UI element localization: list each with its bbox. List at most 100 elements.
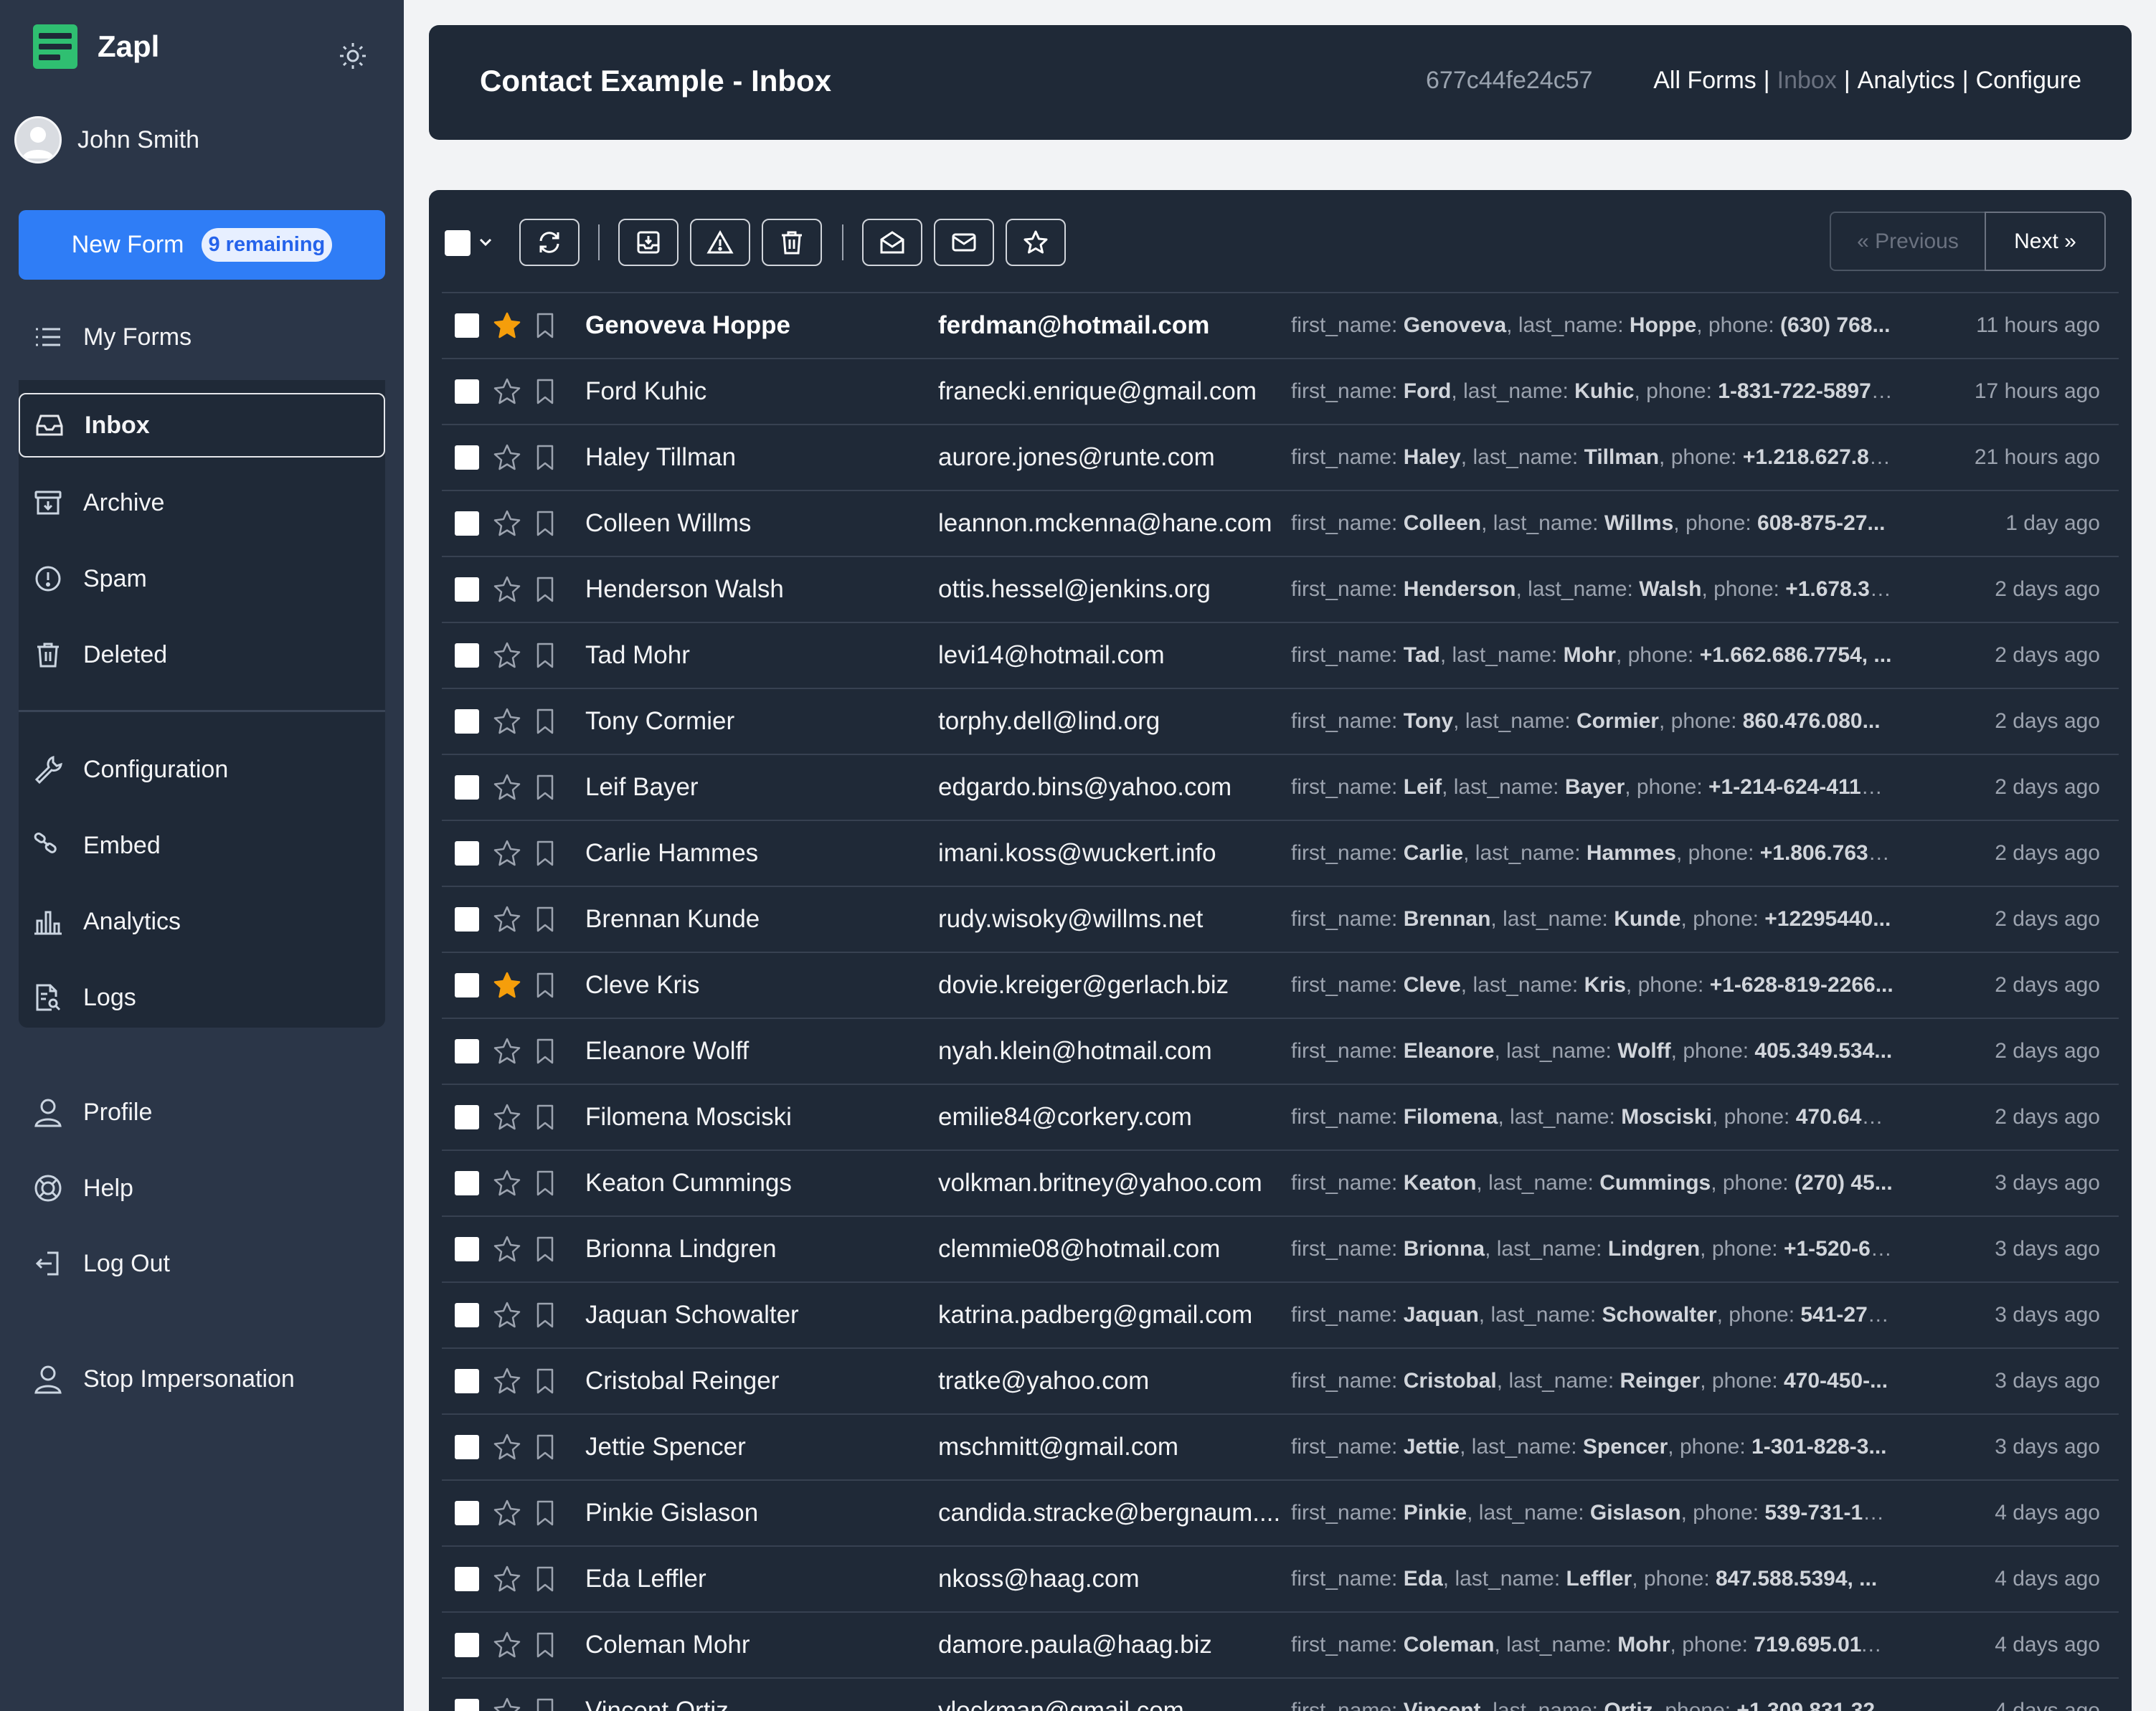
star-icon[interactable] <box>492 1300 522 1330</box>
table-row[interactable]: Vincent Ortiz vlockman@gmail.com first_nam… <box>442 1677 2119 1711</box>
star-button[interactable] <box>1006 219 1066 266</box>
user-profile[interactable]: John Smith <box>14 116 199 163</box>
bookmark-icon[interactable] <box>532 641 558 670</box>
table-row[interactable]: Eda Leffler nkoss@haag.com first_name: Eda… <box>442 1545 2119 1611</box>
sidebar-item-help[interactable]: Help <box>19 1156 385 1221</box>
bookmark-icon[interactable] <box>532 1433 558 1461</box>
table-row[interactable]: Filomena Mosciski emilie84@corkery.com fir… <box>442 1084 2119 1150</box>
row-checkbox[interactable] <box>455 1105 479 1129</box>
star-icon[interactable] <box>492 442 522 473</box>
table-row[interactable]: Carlie Hammes imani.koss@wuckert.info firs… <box>442 820 2119 886</box>
sidebar-item-deleted[interactable]: Deleted <box>19 622 385 687</box>
row-checkbox[interactable] <box>455 1567 479 1591</box>
bookmark-icon[interactable] <box>532 377 558 406</box>
star-filled-icon[interactable] <box>492 311 522 341</box>
table-row[interactable]: Tad Mohr levi14@hotmail.com first_name: Ta… <box>442 622 2119 688</box>
bookmark-icon[interactable] <box>532 1697 558 1711</box>
table-row[interactable]: Cleve Kris dovie.kreiger@gerlach.biz first… <box>442 952 2119 1018</box>
select-all-checkbox[interactable] <box>445 230 471 256</box>
row-checkbox[interactable] <box>455 1633 479 1657</box>
star-icon[interactable] <box>492 1432 522 1462</box>
table-row[interactable]: Jaquan Schowalter katrina.padberg@gmail.c… <box>442 1281 2119 1347</box>
row-checkbox[interactable] <box>455 445 479 470</box>
analytics-link[interactable]: Analytics <box>1858 67 1955 95</box>
mark-spam-button[interactable] <box>690 219 750 266</box>
star-icon[interactable] <box>492 1102 522 1132</box>
star-icon[interactable] <box>492 706 522 736</box>
inbox-link[interactable]: Inbox <box>1777 67 1837 95</box>
star-icon[interactable] <box>492 640 522 670</box>
sidebar-item-configuration[interactable]: Configuration <box>19 737 385 802</box>
bookmark-icon[interactable] <box>532 443 558 472</box>
bookmark-icon[interactable] <box>532 905 558 934</box>
table-row[interactable]: Coleman Mohr damore.paula@haag.biz first_n… <box>442 1611 2119 1677</box>
sidebar-item-logout[interactable]: Log Out <box>19 1231 385 1296</box>
star-icon[interactable] <box>492 1234 522 1264</box>
bookmark-icon[interactable] <box>532 1103 558 1132</box>
sidebar-item-embed[interactable]: Embed <box>19 813 385 878</box>
row-checkbox[interactable] <box>455 841 479 866</box>
star-icon[interactable] <box>492 1696 522 1711</box>
bookmark-icon[interactable] <box>532 839 558 868</box>
sidebar-item-spam[interactable]: Spam <box>19 546 385 611</box>
row-checkbox[interactable] <box>455 1237 479 1261</box>
table-row[interactable]: Jettie Spencer mschmitt@gmail.com first_na… <box>442 1413 2119 1479</box>
chevron-down-icon[interactable] <box>476 233 495 252</box>
bookmark-icon[interactable] <box>532 1367 558 1395</box>
row-checkbox[interactable] <box>455 313 479 338</box>
star-icon[interactable] <box>492 1366 522 1396</box>
table-row[interactable]: Henderson Walsh ottis.hessel@jenkins.org f… <box>442 556 2119 622</box>
star-icon[interactable] <box>492 376 522 407</box>
table-row[interactable]: Keaton Cummings volkman.britney@yahoo.com… <box>442 1150 2119 1215</box>
table-row[interactable]: Pinkie Gislason candida.stracke@bergnaum.… <box>442 1479 2119 1545</box>
star-icon[interactable] <box>492 772 522 802</box>
bookmark-icon[interactable] <box>532 1499 558 1527</box>
row-checkbox[interactable] <box>455 1435 479 1459</box>
star-icon[interactable] <box>492 574 522 605</box>
sidebar-item-profile[interactable]: Profile <box>19 1080 385 1144</box>
star-icon[interactable] <box>492 1564 522 1594</box>
row-checkbox[interactable] <box>455 907 479 932</box>
sidebar-item-inbox[interactable]: Inbox <box>19 393 385 458</box>
table-row[interactable]: Colleen Willms leannon.mckenna@hane.com fi… <box>442 490 2119 556</box>
star-icon[interactable] <box>492 838 522 868</box>
bookmark-icon[interactable] <box>532 575 558 604</box>
row-checkbox[interactable] <box>455 1039 479 1063</box>
sidebar-item-analytics[interactable]: Analytics <box>19 889 385 954</box>
star-icon[interactable] <box>492 1036 522 1066</box>
all-forms-link[interactable]: All Forms <box>1653 67 1757 95</box>
sidebar-item-my-forms[interactable]: My Forms <box>19 305 385 369</box>
star-filled-icon[interactable] <box>492 970 522 1000</box>
star-icon[interactable] <box>492 1630 522 1660</box>
row-checkbox[interactable] <box>455 775 479 800</box>
row-checkbox[interactable] <box>455 709 479 734</box>
sidebar-item-stop-impersonation[interactable]: Stop Impersonation <box>19 1347 385 1411</box>
bookmark-icon[interactable] <box>532 1235 558 1264</box>
row-checkbox[interactable] <box>455 379 479 404</box>
star-icon[interactable] <box>492 1168 522 1198</box>
table-row[interactable]: Haley Tillman aurore.jones@runte.com first… <box>442 424 2119 490</box>
bookmark-icon[interactable] <box>532 1631 558 1659</box>
row-checkbox[interactable] <box>455 577 479 602</box>
bookmark-icon[interactable] <box>532 707 558 736</box>
row-checkbox[interactable] <box>455 1699 479 1711</box>
table-row[interactable]: Eleanore Wolff nyah.klein@hotmail.com firs… <box>442 1018 2119 1084</box>
table-row[interactable]: Cristobal Reinger tratke@yahoo.com first_n… <box>442 1347 2119 1413</box>
table-row[interactable]: Ford Kuhic franecki.enrique@gmail.com firs… <box>442 358 2119 424</box>
mark-read-button[interactable] <box>862 219 922 266</box>
star-icon[interactable] <box>492 904 522 934</box>
archive-button[interactable] <box>618 219 679 266</box>
brand[interactable]: Zapl <box>33 24 159 69</box>
new-form-button[interactable]: New Form 9 remaining <box>19 210 385 280</box>
table-row[interactable]: Brennan Kunde rudy.wisoky@willms.net first… <box>442 886 2119 952</box>
sun-icon[interactable] <box>337 40 369 72</box>
next-page-button[interactable]: Next » <box>1985 212 2106 271</box>
row-checkbox[interactable] <box>455 973 479 997</box>
table-row[interactable]: Leif Bayer edgardo.bins@yahoo.com first_na… <box>442 754 2119 820</box>
delete-button[interactable] <box>762 219 822 266</box>
row-checkbox[interactable] <box>455 1369 479 1393</box>
bookmark-icon[interactable] <box>532 509 558 538</box>
sidebar-item-archive[interactable]: Archive <box>19 470 385 535</box>
sidebar-item-logs[interactable]: Logs <box>19 965 385 1030</box>
row-checkbox[interactable] <box>455 511 479 536</box>
